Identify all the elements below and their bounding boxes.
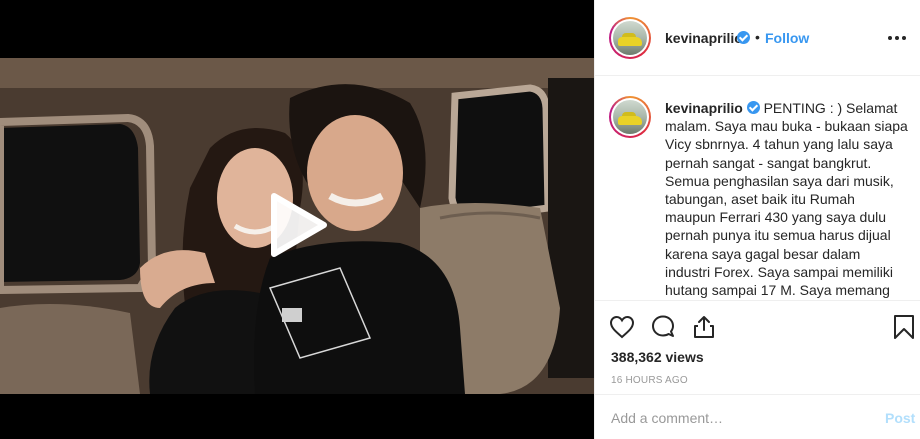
heart-icon[interactable] [609, 314, 635, 340]
caption-avatar[interactable] [609, 96, 651, 138]
bookmark-icon[interactable] [891, 314, 917, 340]
verified-badge-icon [737, 31, 750, 44]
post-timestamp[interactable]: 16 HOURS AGO [611, 375, 688, 386]
comment-input[interactable] [611, 407, 861, 429]
follow-button[interactable]: Follow [765, 30, 809, 46]
post-header: kevinaprilio • Follow [595, 0, 920, 76]
share-icon[interactable] [691, 314, 717, 340]
comment-bar: Post [595, 394, 920, 439]
post-media[interactable] [0, 0, 594, 439]
comment-icon[interactable] [650, 314, 676, 340]
caption: kevinaprilio PENTING : ) Selamat malam. … [665, 99, 909, 299]
play-icon[interactable] [262, 190, 332, 260]
action-bar: 388,362 views 16 HOURS AGO [595, 300, 920, 394]
caption-verified-badge-icon [746, 101, 760, 114]
username-link[interactable]: kevinaprilio [665, 30, 743, 46]
post-comment-button[interactable]: Post [885, 410, 915, 426]
more-horizontal-icon[interactable] [888, 36, 906, 40]
post-sidebar: kevinaprilio • Follow kevinaprilio PENTI… [594, 0, 920, 439]
caption-section: kevinaprilio PENTING : ) Selamat malam. … [595, 77, 920, 299]
separator-dot: • [755, 29, 760, 45]
caption-text: PENTING : ) Selamat malam. Saya mau buka… [665, 100, 908, 299]
view-count[interactable]: 388,362 views [611, 349, 704, 365]
avatar[interactable] [609, 17, 651, 59]
caption-username-link[interactable]: kevinaprilio [665, 100, 743, 116]
